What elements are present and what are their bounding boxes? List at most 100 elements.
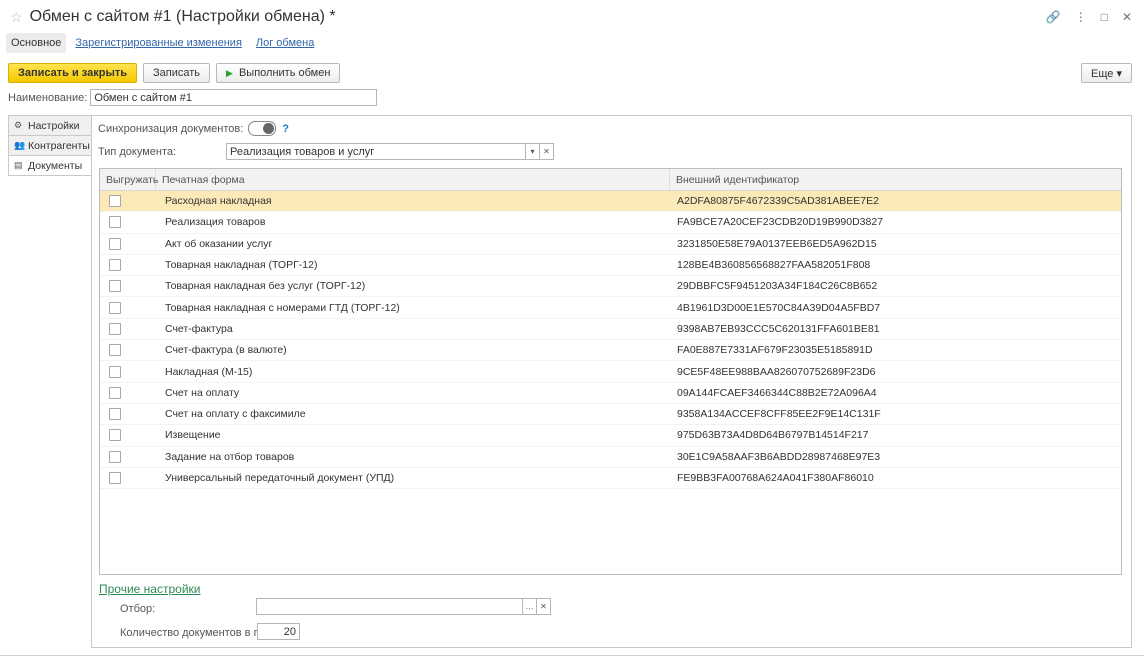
export-cell	[100, 404, 156, 424]
side-tabs: ⚙ Настройки 👥 Контрагенты ▤ Документы	[8, 115, 92, 176]
export-checkbox[interactable]	[109, 344, 121, 357]
print-form-cell: Накладная (М-15)	[165, 365, 253, 378]
filter-label: Отбор:	[120, 603, 156, 615]
table-row[interactable]: Счет-фактура 9398AB7EB93CCC5C620131FFA601…	[100, 319, 1121, 341]
clear-icon[interactable]: ✕	[540, 143, 554, 160]
table-row[interactable]: Товарная накладная без услуг (ТОРГ-12) 29…	[100, 276, 1121, 298]
external-id-cell: 128BE4B360856568827FAA582051F808	[677, 259, 871, 272]
export-checkbox[interactable]	[109, 237, 121, 250]
help-icon[interactable]: ?	[282, 123, 289, 135]
print-form-cell: Счет на оплату	[165, 386, 240, 399]
document-icon: ▤	[14, 160, 23, 170]
column-header-external-id[interactable]: Внешний идентификатор	[670, 169, 1121, 190]
export-cell	[100, 191, 156, 211]
dropdown-icon[interactable]: ▾	[526, 143, 540, 160]
doctype-field: Реализация товаров и услуг ▾ ✕	[226, 143, 554, 160]
name-input[interactable]: Обмен с сайтом #1	[90, 89, 378, 106]
users-icon: 👥	[14, 140, 26, 150]
external-id-cell: 30E1C9A58AAF3B6ABDD28987468E97E3	[677, 450, 881, 463]
tab-registered-changes[interactable]: Зарегистрированные изменения	[70, 33, 247, 53]
export-checkbox[interactable]	[109, 280, 121, 293]
external-id-cell: FA9BCE7A20CEF23CDB20D19B990D3827	[677, 216, 884, 229]
table-row[interactable]: Товарная накладная с номерами ГТД (ТОРГ-…	[100, 297, 1121, 319]
export-checkbox[interactable]	[109, 301, 121, 314]
window-controls: 🔗 ⋮ □ ✕	[1046, 10, 1132, 24]
table-row[interactable]: Реализация товаров FA9BCE7A20CEF23CDB20D1…	[100, 212, 1121, 234]
table-row[interactable]: Извещение 975D63B73A4D8D64B6797B14514F217	[100, 425, 1121, 447]
print-form-cell: Счет-фактура (в валюте)	[165, 344, 287, 357]
run-exchange-label: Выполнить обмен	[238, 67, 331, 79]
run-exchange-button[interactable]: ▶ Выполнить обмен	[216, 63, 341, 83]
print-form-cell: Задание на отбор товаров	[165, 450, 295, 463]
export-checkbox[interactable]	[109, 386, 121, 399]
more-button[interactable]: Еще ▾	[1081, 63, 1132, 83]
tab-main[interactable]: Основное	[6, 33, 67, 53]
export-checkbox[interactable]	[109, 195, 121, 208]
other-settings-link[interactable]: Прочие настройки	[99, 582, 200, 596]
export-cell	[100, 234, 156, 254]
sync-toggle[interactable]	[248, 121, 277, 136]
export-checkbox[interactable]	[109, 429, 121, 442]
external-id-cell: 9398AB7EB93CCC5C620131FFA601BE81	[677, 322, 880, 335]
table-row[interactable]: Товарная накладная (ТОРГ-12) 128BE4B36085…	[100, 255, 1121, 277]
print-form-cell: Счет-фактура	[165, 322, 233, 335]
export-cell	[100, 340, 156, 360]
table-row[interactable]: Счет на оплату с факсимиле 9358A134ACCEF8…	[100, 404, 1121, 426]
print-form-cell: Товарная накладная (ТОРГ-12)	[165, 259, 318, 272]
favorite-star-icon[interactable]: ☆	[10, 9, 23, 26]
table-row[interactable]: Расходная накладная A2DFA80875F4672339C5A…	[100, 191, 1121, 213]
tab-exchange-log[interactable]: Лог обмена	[251, 33, 319, 53]
sidetab-documents[interactable]: ▤ Документы	[8, 155, 92, 176]
filter-field: … ✕	[256, 598, 551, 615]
column-header-export[interactable]: Выгружать	[100, 169, 158, 190]
external-id-cell: 29DBBFC5F9451203A34F184C26C8B652	[677, 280, 878, 293]
print-form-cell: Универсальный передаточный документ (УПД…	[165, 472, 395, 484]
print-form-cell: Расходная накладная	[165, 195, 272, 208]
export-checkbox[interactable]	[109, 365, 121, 378]
export-cell	[100, 212, 156, 232]
sync-row: Синхронизация документов: ?	[98, 121, 289, 136]
export-checkbox[interactable]	[109, 450, 121, 463]
sidetab-counterparties[interactable]: 👥 Контрагенты	[8, 135, 92, 155]
filter-input[interactable]	[256, 598, 523, 615]
clear-icon[interactable]: ✕	[537, 598, 551, 615]
table-row[interactable]: Акт об оказании услуг 3231850E58E79A0137E…	[100, 234, 1121, 255]
name-row: Наименование: Обмен с сайтом #1	[8, 89, 378, 106]
close-icon[interactable]: ✕	[1122, 10, 1132, 24]
count-input[interactable]: 20	[257, 623, 300, 640]
sync-label: Синхронизация документов:	[98, 122, 244, 135]
table-row[interactable]: Универсальный передаточный документ (УПД…	[100, 468, 1121, 490]
export-checkbox[interactable]	[109, 472, 121, 484]
export-cell	[100, 383, 156, 403]
window-title: Обмен с сайтом #1 (Настройки обмена) *	[29, 8, 336, 25]
print-form-cell: Товарная накладная с номерами ГТД (ТОРГ-…	[165, 301, 400, 314]
sidetab-label: Документы	[28, 159, 83, 172]
select-icon[interactable]: …	[523, 598, 537, 615]
export-checkbox[interactable]	[109, 259, 121, 272]
export-cell	[100, 319, 156, 339]
maximize-icon[interactable]: □	[1101, 10, 1108, 24]
export-checkbox[interactable]	[109, 322, 121, 335]
print-form-cell: Счет на оплату с факсимиле	[165, 408, 306, 421]
save-and-close-button[interactable]: Записать и закрыть	[8, 63, 138, 83]
table-row[interactable]: Счет-фактура (в валюте) FA0E887E7331AF679…	[100, 340, 1121, 362]
print-forms-table: Выгружать Печатная форма Внешний идентиф…	[99, 168, 1122, 575]
doctype-label: Тип документа:	[98, 146, 177, 158]
export-checkbox[interactable]	[109, 408, 121, 421]
export-cell	[100, 447, 156, 467]
save-button[interactable]: Записать	[143, 63, 211, 83]
divider	[0, 655, 1144, 656]
column-header-print-form[interactable]: Печатная форма	[156, 169, 670, 190]
table-row[interactable]: Счет на оплату 09A144FCAEF3466344C88B2E72…	[100, 383, 1121, 404]
doctype-input[interactable]: Реализация товаров и услуг	[226, 143, 526, 160]
export-checkbox[interactable]	[109, 216, 121, 229]
print-form-cell: Реализация товаров	[165, 216, 266, 229]
print-form-cell: Извещение	[165, 429, 221, 442]
more-actions-icon[interactable]: ⋮	[1075, 10, 1087, 24]
sidetab-settings[interactable]: ⚙ Настройки	[8, 115, 92, 135]
table-row[interactable]: Накладная (М-15) 9CE5F48EE988BAA826070752…	[100, 361, 1121, 383]
sidetab-label: Настройки	[28, 119, 80, 132]
table-row[interactable]: Задание на отбор товаров 30E1C9A58AAF3B6A…	[100, 447, 1121, 468]
name-label: Наименование:	[8, 91, 88, 104]
link-icon[interactable]: 🔗	[1046, 10, 1061, 24]
